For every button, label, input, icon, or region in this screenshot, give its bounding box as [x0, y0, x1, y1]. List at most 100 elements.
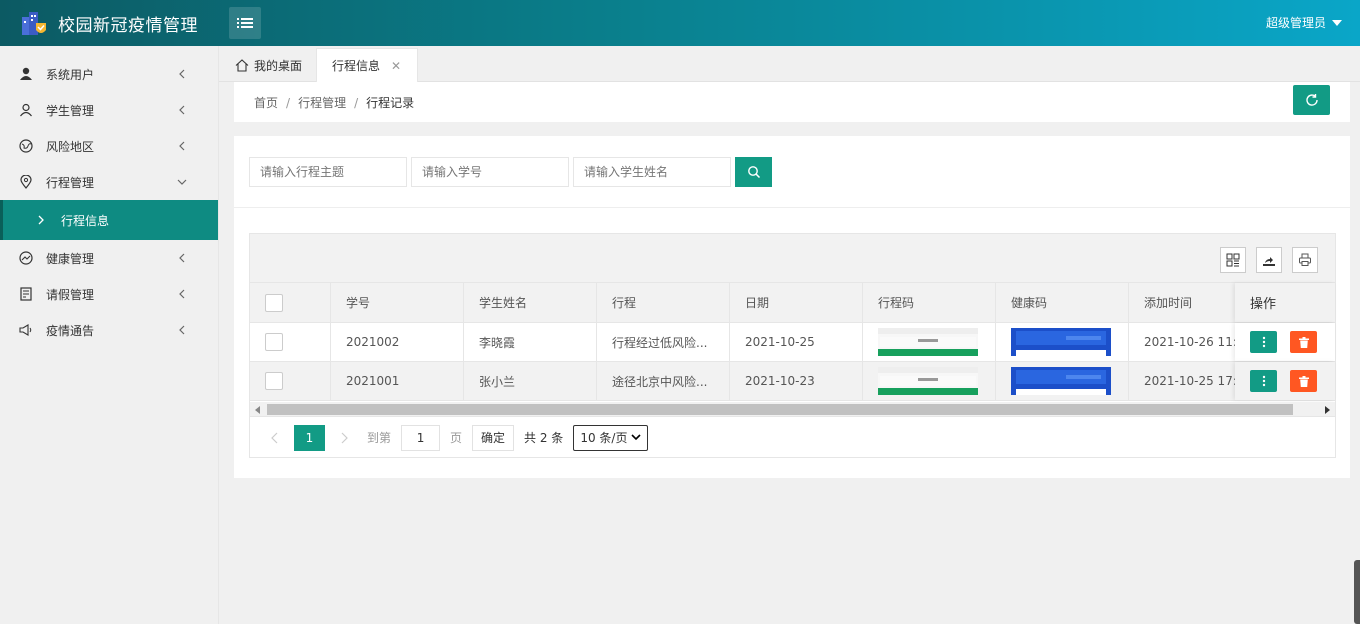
checkbox-cell	[250, 323, 331, 361]
delete-button[interactable]	[1290, 331, 1317, 353]
sidebar-item-label: 疫情通告	[46, 323, 95, 338]
column-header[interactable]: 行程	[597, 283, 730, 322]
delete-button[interactable]	[1290, 370, 1317, 392]
column-header[interactable]: 学生姓名	[464, 283, 597, 322]
column-header: 操作	[1250, 297, 1277, 312]
search-button[interactable]	[735, 157, 772, 187]
column-header[interactable]: 健康码	[996, 283, 1129, 322]
chevron-left-icon	[179, 141, 185, 151]
sidebar-item-health[interactable]: 健康管理	[0, 240, 218, 276]
trip-code-image[interactable]	[878, 328, 978, 356]
page-unit-label: 页	[450, 431, 463, 445]
select-all-checkbox[interactable]	[265, 293, 283, 312]
sidebar-item-leave[interactable]: 请假管理	[0, 276, 218, 312]
refresh-button[interactable]	[1293, 85, 1330, 115]
sidebar-item-label: 行程管理	[46, 175, 95, 190]
print-button[interactable]	[1292, 247, 1318, 273]
sidebar-item-students[interactable]: 学生管理	[0, 92, 218, 128]
breadcrumb: 首页 / 行程管理 / 行程记录	[254, 94, 414, 111]
column-header[interactable]: 行程码	[863, 283, 996, 322]
goto-label: 到第	[367, 431, 392, 445]
breadcrumb-separator: /	[286, 96, 291, 110]
column-header[interactable]: 学号	[331, 283, 464, 322]
more-button[interactable]	[1250, 370, 1277, 392]
sidebar-subitem-trip-info[interactable]: 行程信息	[0, 200, 218, 240]
goto-confirm-button[interactable]: 确定	[472, 424, 515, 451]
close-icon[interactable]: ✕	[391, 59, 401, 73]
divider	[234, 207, 1350, 208]
student-id-input[interactable]	[411, 157, 569, 187]
user-icon	[18, 66, 34, 82]
chevron-left-icon	[179, 69, 185, 79]
scroll-right-icon[interactable]	[1325, 406, 1330, 414]
goto-page-input[interactable]	[401, 424, 441, 451]
trip-table: 学号 学生姓名 行程 日期 行程码 健康码 添加时间 操作 2021002 李晓…	[249, 233, 1336, 458]
added-time-cell: 2021-10-25 17:4...	[1144, 374, 1235, 388]
next-page-icon[interactable]	[331, 425, 357, 451]
tab-label: 行程信息	[332, 59, 381, 73]
health-code-cell	[996, 323, 1129, 361]
chevron-down-icon	[631, 433, 641, 440]
actions-cell	[1235, 323, 1335, 361]
trip-code-image[interactable]	[878, 367, 978, 395]
user-menu[interactable]: 超级管理员	[1266, 14, 1342, 31]
export-icon	[1263, 257, 1275, 266]
horizontal-scrollbar[interactable]	[250, 402, 1335, 417]
sidebar-item-label: 学生管理	[46, 103, 95, 118]
home-icon	[235, 58, 249, 72]
header-checkbox-cell	[250, 283, 331, 322]
row-checkbox[interactable]	[265, 372, 283, 390]
breadcrumb-bar: 首页 / 行程管理 / 行程记录	[234, 82, 1350, 122]
column-header[interactable]: 日期	[730, 283, 863, 322]
scroll-left-icon[interactable]	[255, 406, 260, 414]
page-number-current[interactable]: 1	[294, 424, 325, 451]
app-title: 校园新冠疫情管理	[58, 15, 198, 36]
tab-bar: 我的桌面 行程信息 ✕	[219, 46, 1360, 82]
more-vertical-icon	[1262, 375, 1265, 387]
print-icon	[1299, 253, 1311, 266]
trip-topic-input[interactable]	[249, 157, 407, 187]
health-code-image[interactable]	[1011, 328, 1111, 356]
search-icon	[747, 166, 760, 179]
chevron-left-icon	[179, 325, 185, 335]
row-checkbox[interactable]	[265, 333, 283, 351]
chevron-down-icon	[177, 179, 187, 185]
breadcrumb-trip-management[interactable]: 行程管理	[298, 96, 346, 110]
table-row[interactable]: 2021001 张小兰 途径北京中风险... 2021-10-23 2021-1…	[250, 362, 1335, 401]
date-cell: 2021-10-23	[730, 362, 863, 400]
table-row[interactable]: 2021002 李晓霞 行程经过低风险... 2021-10-25 2021-1…	[250, 323, 1335, 362]
trash-icon	[1298, 336, 1309, 348]
search-form	[249, 157, 772, 187]
main-panel: 学号 学生姓名 行程 日期 行程码 健康码 添加时间 操作 2021002 李晓…	[234, 136, 1350, 478]
student-id-cell: 2021002	[331, 323, 464, 361]
sidebar-item-label: 请假管理	[46, 287, 95, 302]
tab-home[interactable]: 我的桌面	[233, 48, 304, 82]
tab-trip-info[interactable]: 行程信息 ✕	[316, 48, 418, 82]
sidebar-item-label: 健康管理	[46, 251, 95, 266]
actions-cell	[1235, 362, 1335, 400]
sidebar-item-trip-management[interactable]: 行程管理	[0, 164, 218, 200]
pagination: 1 到第 页 确定 共 2 条 10 条/页	[250, 417, 1335, 458]
prev-page-icon[interactable]	[262, 425, 288, 451]
trip-code-cell	[863, 323, 996, 361]
page-size-select[interactable]: 10 条/页	[573, 424, 649, 451]
grid-icon	[1226, 253, 1240, 267]
sidebar-item-system-users[interactable]: 系统用户	[0, 56, 218, 92]
page-scrollbar[interactable]	[1354, 560, 1360, 624]
sidebar-item-risk-areas[interactable]: 风险地区	[0, 128, 218, 164]
total-count: 共 2 条	[524, 431, 564, 445]
scrollbar-thumb[interactable]	[267, 404, 1293, 415]
column-header-actions: 操作	[1235, 283, 1335, 322]
hamburger-icon	[237, 18, 253, 28]
more-button[interactable]	[1250, 331, 1277, 353]
student-name-input[interactable]	[573, 157, 731, 187]
health-code-image[interactable]	[1011, 367, 1111, 395]
column-header[interactable]: 添加时间	[1129, 283, 1235, 322]
sidebar-item-notices[interactable]: 疫情通告	[0, 312, 218, 348]
health-code-cell	[996, 362, 1129, 400]
export-button[interactable]	[1256, 247, 1282, 273]
student-name-cell: 张小兰	[464, 362, 597, 400]
columns-filter-button[interactable]	[1220, 247, 1246, 273]
breadcrumb-home[interactable]: 首页	[254, 96, 278, 110]
menu-toggle-button[interactable]	[229, 7, 261, 39]
